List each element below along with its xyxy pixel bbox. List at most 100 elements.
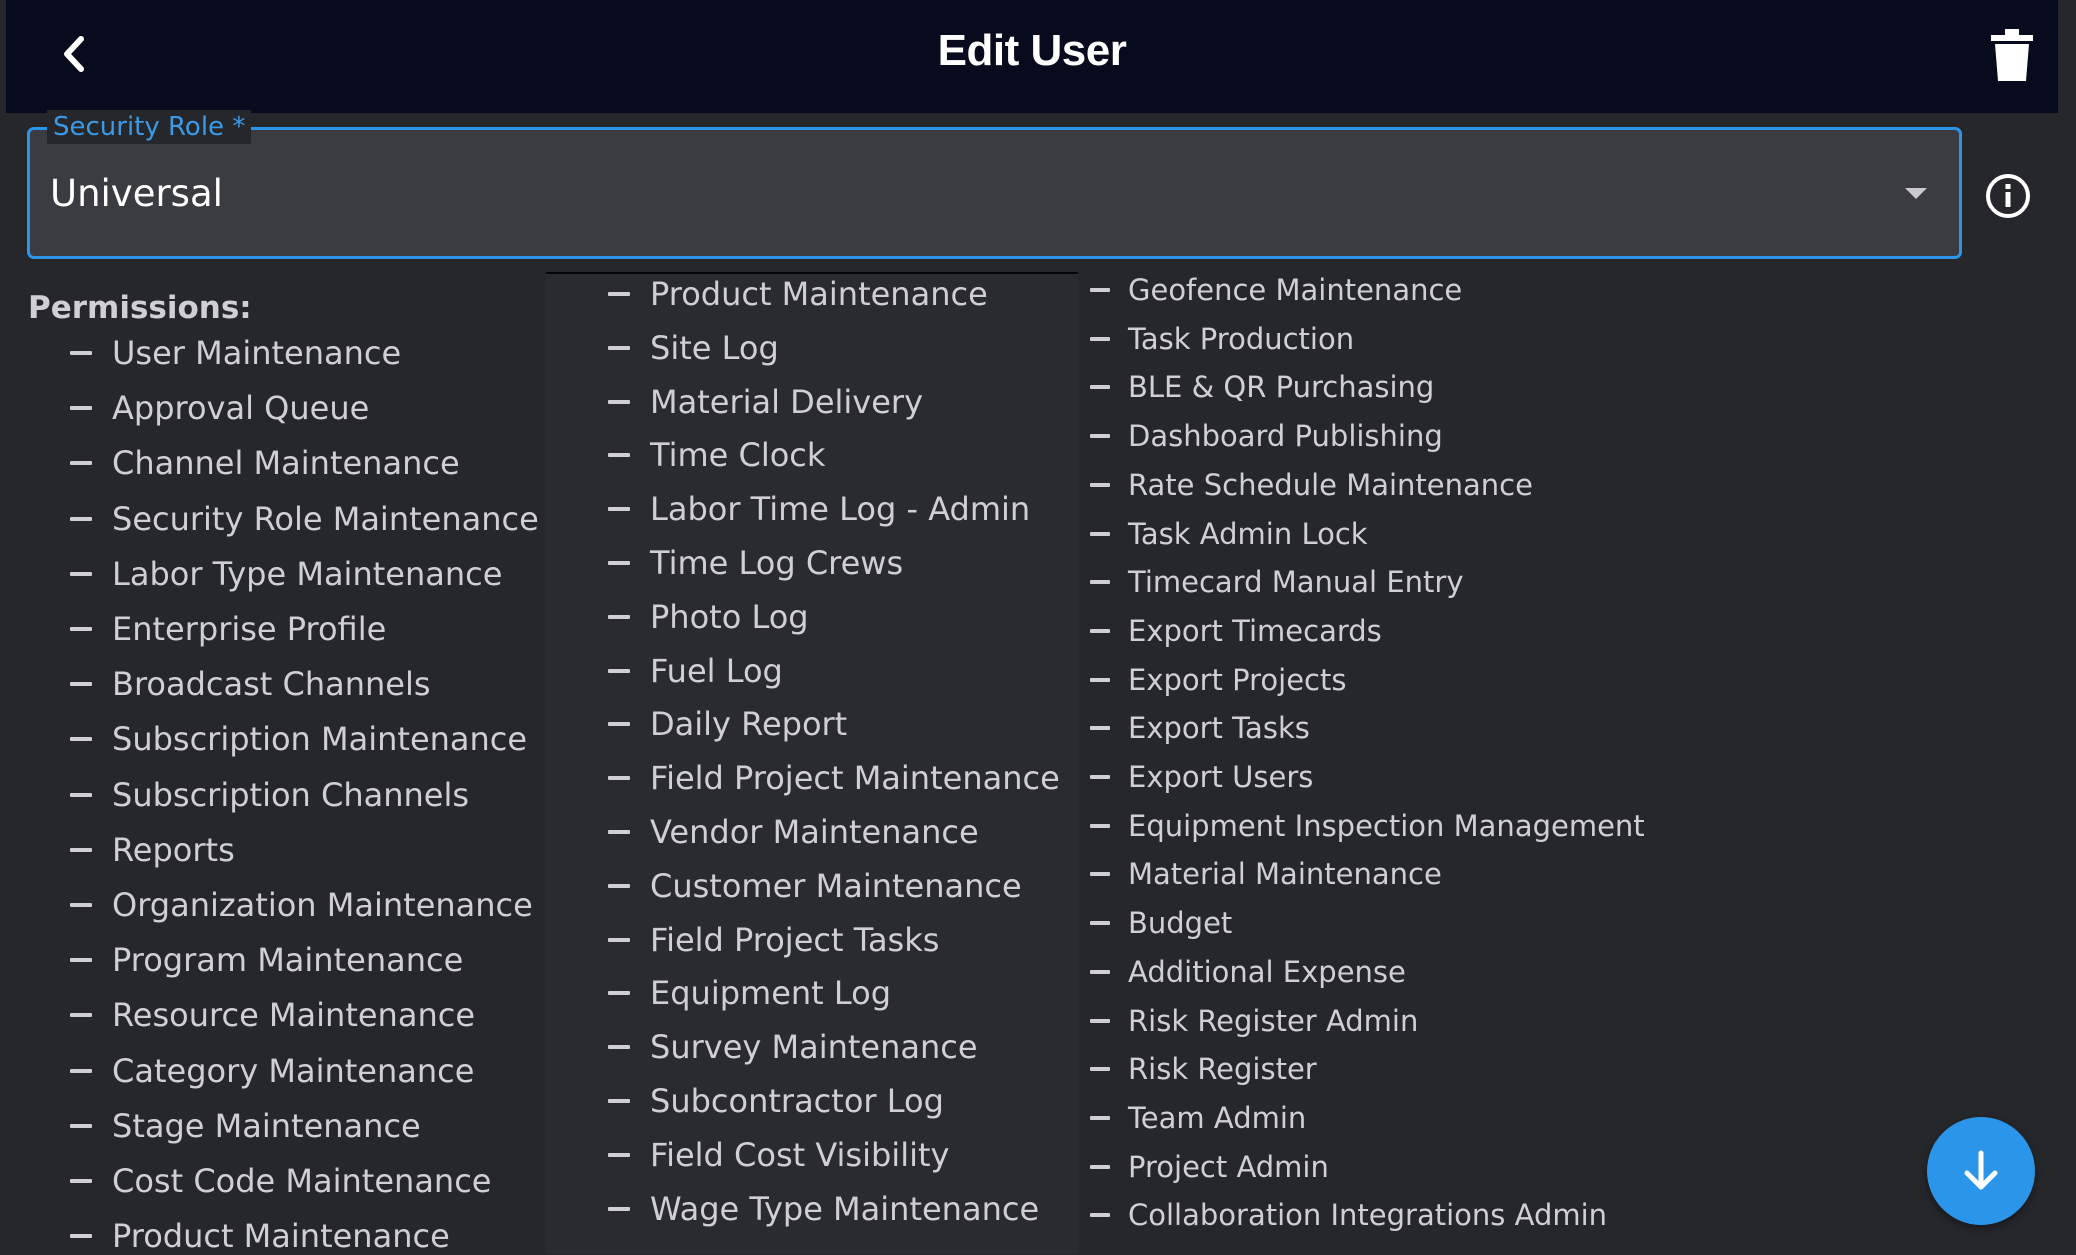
permission-label: Survey Maintenance xyxy=(650,1028,978,1067)
permission-label: Site Log xyxy=(650,328,779,367)
dash-icon xyxy=(608,722,630,727)
dash-icon xyxy=(608,668,630,673)
dash-icon xyxy=(70,1234,92,1239)
dash-icon xyxy=(1090,434,1110,439)
dash-icon xyxy=(70,792,92,797)
permission-label: Task Admin Lock xyxy=(1128,516,1368,551)
permission-label: User Maintenance xyxy=(112,334,402,372)
permission-label: Rate Schedule Maintenance xyxy=(1128,467,1533,502)
dash-icon xyxy=(70,516,92,521)
permission-label: Task Production xyxy=(1128,321,1355,356)
permission-item: Product Maintenance xyxy=(70,1217,450,1255)
permission-item: Labor Time Log - Admin xyxy=(608,490,1030,528)
permission-item: Equipment Log xyxy=(608,974,891,1012)
permission-item: Team Admin xyxy=(1090,1101,1306,1135)
permission-label: Vendor Maintenance xyxy=(650,813,979,851)
dash-icon xyxy=(1090,969,1110,974)
permission-item: BLE & QR Purchasing xyxy=(1090,370,1434,404)
dash-icon xyxy=(608,830,630,834)
dash-icon xyxy=(1090,336,1110,341)
permission-item: Product Maintenance xyxy=(608,275,988,313)
permission-label: Cost Code Maintenance xyxy=(112,1162,492,1200)
dash-icon xyxy=(608,1152,630,1157)
permission-item: Export Timecards xyxy=(1090,614,1382,648)
dash-icon xyxy=(1090,628,1110,633)
dash-icon xyxy=(70,406,92,411)
permission-label: Budget xyxy=(1128,906,1233,941)
permission-item: Photo Log xyxy=(608,598,809,636)
app-header: Edit User xyxy=(6,0,2058,113)
dash-icon xyxy=(70,627,92,631)
permission-item: Field Cost Visibility xyxy=(608,1136,949,1174)
caret-down-icon[interactable] xyxy=(1905,188,1927,199)
security-role-value: Universal xyxy=(50,172,223,215)
scroll-down-button[interactable] xyxy=(1927,1117,2035,1225)
permission-label: Broadcast Channels xyxy=(112,665,431,704)
permission-item: Risk Register xyxy=(1090,1052,1317,1086)
permission-item: Additional Expense xyxy=(1090,955,1406,989)
permission-item: Customer Maintenance xyxy=(608,867,1022,905)
permission-item: Security Role Maintenance xyxy=(70,500,539,538)
permission-item: Field Project Maintenance xyxy=(608,759,1060,797)
permission-item: Category Maintenance xyxy=(70,1052,474,1090)
dash-icon xyxy=(1090,872,1110,877)
dash-icon xyxy=(1090,385,1110,390)
permission-item: Material Delivery xyxy=(608,383,923,421)
permissions-title: Permissions: xyxy=(28,290,252,326)
permission-label: Subscription Maintenance xyxy=(112,720,528,759)
dash-icon xyxy=(608,1099,630,1103)
dash-icon xyxy=(70,1013,92,1018)
permission-item: Dashboard Publishing xyxy=(1090,419,1443,453)
dash-icon xyxy=(608,883,630,888)
dash-icon xyxy=(70,1123,92,1128)
dash-icon xyxy=(70,571,92,576)
permission-item: Material Maintenance xyxy=(1090,857,1442,891)
dash-icon xyxy=(70,958,92,963)
permission-item: Enterprise Profile xyxy=(70,610,386,648)
dash-icon xyxy=(608,776,630,781)
permission-item: Time Log Crews xyxy=(608,544,903,582)
permission-label: Wage Type Maintenance xyxy=(650,1189,1040,1228)
permission-item: Export Tasks xyxy=(1090,711,1310,745)
permission-label: Timecard Manual Entry xyxy=(1128,565,1464,600)
info-button[interactable] xyxy=(1984,172,2032,220)
permission-item: Task Admin Lock xyxy=(1090,517,1368,551)
dash-icon xyxy=(1090,677,1110,682)
permission-label: Subcontractor Log xyxy=(650,1082,944,1120)
permission-item: Survey Maintenance xyxy=(608,1028,978,1066)
permission-item: Rate Schedule Maintenance xyxy=(1090,468,1533,502)
dash-icon xyxy=(70,847,92,852)
security-role-select[interactable]: Security Role * Universal xyxy=(27,110,1962,259)
dash-icon xyxy=(70,351,92,355)
permission-item: Subcontractor Log xyxy=(608,1082,944,1120)
dash-icon xyxy=(1090,580,1110,585)
permission-label: Additional Expense xyxy=(1128,954,1406,989)
permission-label: Export Tasks xyxy=(1128,711,1310,746)
permission-label: Approval Queue xyxy=(112,389,370,428)
dash-icon xyxy=(1090,1115,1110,1120)
permission-label: Export Projects xyxy=(1128,662,1347,697)
permission-item: Reports xyxy=(70,831,235,869)
dash-icon xyxy=(70,682,92,687)
permission-item: Budget xyxy=(1090,906,1232,940)
permission-label: Geofence Maintenance xyxy=(1128,273,1463,307)
dash-icon xyxy=(70,1068,92,1073)
permission-item: Collaboration Integrations Admin xyxy=(1090,1198,1607,1232)
dash-icon xyxy=(1090,726,1110,731)
permission-label: Customer Maintenance xyxy=(650,866,1022,905)
permission-label: Organization Maintenance xyxy=(112,886,533,924)
permission-item: Subscription Channels xyxy=(70,776,469,814)
permission-label: Time Clock xyxy=(650,436,826,475)
dash-icon xyxy=(1090,482,1110,487)
page-title: Edit User xyxy=(937,26,1127,75)
permission-label: Field Project Maintenance xyxy=(650,759,1060,798)
permission-item: Subscription Maintenance xyxy=(70,720,527,758)
permission-item: Time Clock xyxy=(608,436,825,474)
delete-button[interactable] xyxy=(1986,24,2038,86)
permission-label: Daily Report xyxy=(650,705,848,744)
permission-label: Photo Log xyxy=(650,597,809,636)
permission-label: Labor Time Log - Admin xyxy=(650,490,1031,529)
dash-icon xyxy=(70,461,92,466)
permission-label: Field Cost Visibility xyxy=(650,1135,950,1174)
permission-item: Labor Type Maintenance xyxy=(70,555,502,593)
